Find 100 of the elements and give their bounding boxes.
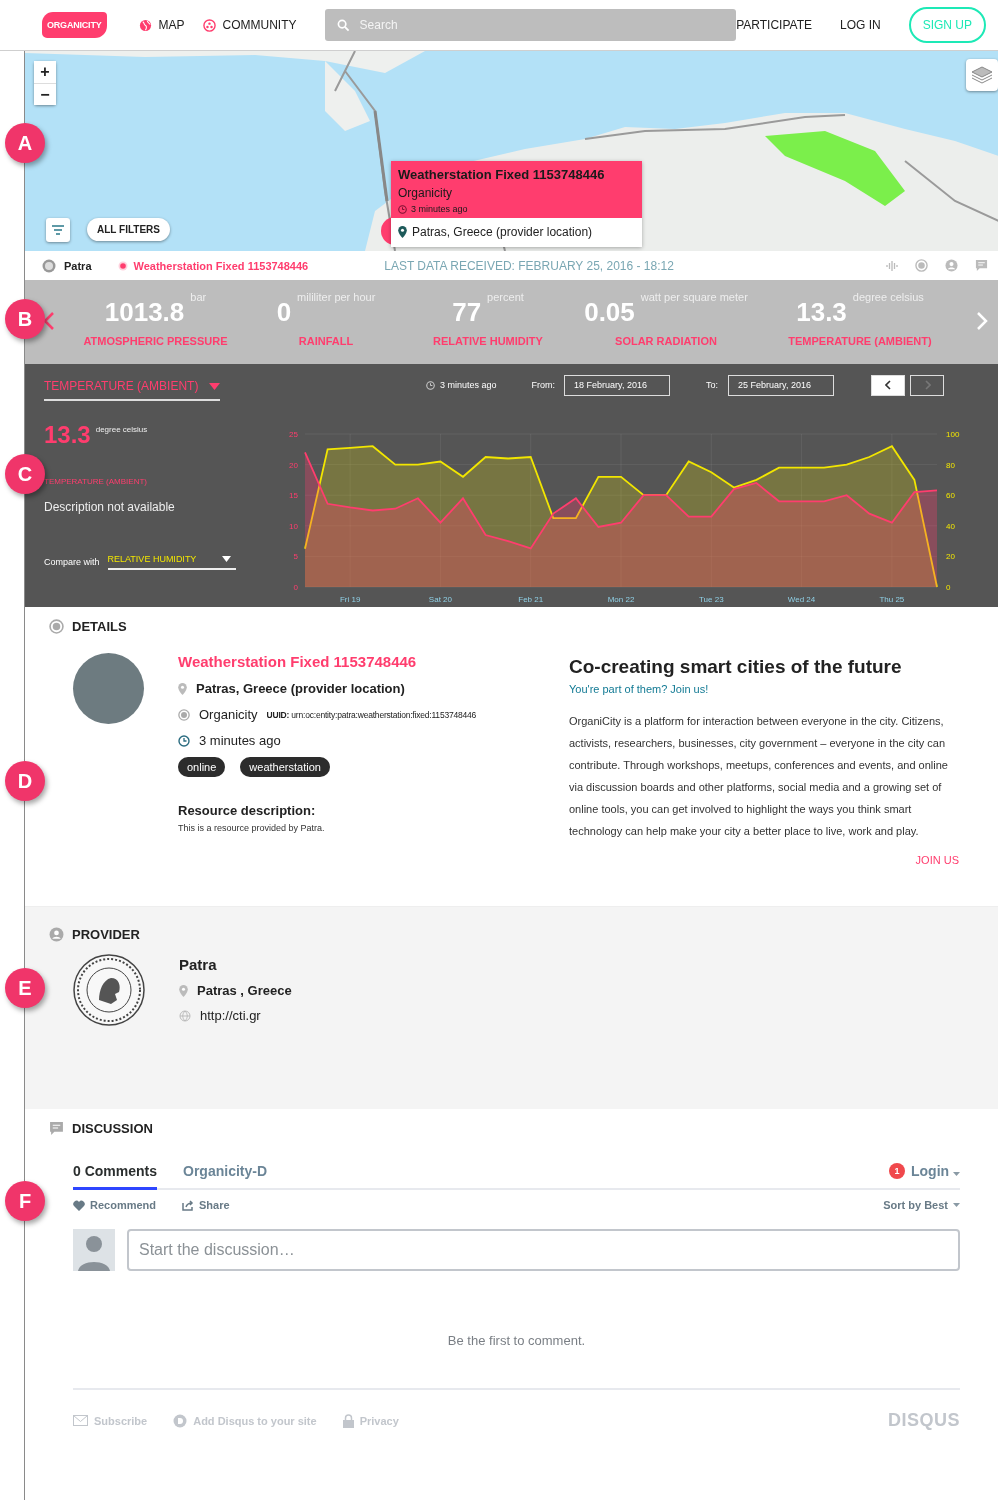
callout-marker: B (5, 299, 45, 339)
logo[interactable]: ORGANICITY (42, 12, 107, 38)
callout-marker: A (5, 123, 45, 163)
provider-name: Patra (64, 259, 92, 272)
comment-icon (975, 259, 988, 272)
login-menu[interactable]: Login (911, 1163, 960, 1179)
nav-link[interactable]: PARTICIPATE (736, 18, 812, 32)
provider-icon (42, 258, 56, 273)
globe-icon (179, 1009, 191, 1022)
previous-button[interactable] (871, 374, 906, 396)
updated-time: 3 minutes ago (440, 380, 497, 390)
provider-text: Organicity (199, 707, 258, 722)
layers-button[interactable] (966, 59, 998, 91)
description-text: Description not available (44, 500, 176, 514)
tick-label: 5 (293, 552, 298, 562)
description-text: This is a resource provided by Patra. (178, 823, 326, 833)
comment-icon (49, 1121, 64, 1136)
tag: online (178, 757, 226, 777)
globe-icon (138, 18, 152, 32)
popup-title: Weatherstation Fixed 1153748446 (398, 167, 606, 182)
metric-label: ATMOSPHERIC PRESSURE (83, 335, 228, 347)
callout-marker: C (5, 454, 45, 494)
caret-icon (953, 1172, 960, 1176)
promo-title: Co-creating smart cities of the future (569, 656, 903, 678)
description-label: Resource description: (178, 803, 317, 818)
compare-dropdown[interactable]: RELATIVE HUMIDITY (107, 554, 236, 570)
pin-icon (398, 226, 407, 238)
popup-provider: Organicity (398, 186, 454, 200)
tick-label: Tue 23 (699, 595, 724, 604)
attribute-label: TEMPERATURE (AMBIENT) (44, 477, 148, 486)
tick-label: Fri 19 (339, 595, 361, 604)
callout-marker: E (5, 968, 45, 1008)
location-text: Patras , Greece (197, 983, 292, 998)
user-icon (49, 927, 64, 942)
callout-marker: D (5, 761, 45, 801)
disqus-icon (173, 1413, 188, 1428)
filter-button[interactable] (46, 218, 70, 242)
zoom-in-button[interactable]: + (34, 61, 56, 83)
signal-icon[interactable] (886, 259, 898, 272)
comment-input[interactable]: Start the discussion… (127, 1229, 960, 1271)
caret-icon (221, 556, 231, 562)
provider-name: Patra (179, 956, 218, 973)
tick-label: Mon 22 (607, 595, 635, 604)
promo-subtitle: You're part of them? Join us! (569, 683, 710, 695)
tick-label: Sat 20 (428, 595, 452, 604)
tick-label: Thu 25 (879, 595, 905, 604)
all-filters-button[interactable]: ALL FILTERS (87, 218, 170, 241)
tab[interactable]: Organicity-D (183, 1163, 268, 1190)
date-field[interactable]: 18 February, 2016 (564, 374, 671, 396)
metric-label: SOLAR RADIATION (615, 335, 717, 347)
sort-menu[interactable]: Sort by Best (883, 1199, 960, 1211)
lock-icon (342, 1413, 354, 1428)
tick-label: 40 (946, 521, 955, 531)
metric-value: 1013.8 (104, 297, 185, 327)
chevron-right-icon[interactable] (976, 311, 988, 331)
tick-label: 0 (293, 583, 298, 592)
disqus-logo: DISQUS (888, 1410, 960, 1431)
caret-icon (953, 1203, 960, 1207)
seal-drawing (73, 954, 145, 1026)
chevron-left-icon[interactable] (43, 311, 55, 331)
to-label: To: (706, 380, 719, 390)
section-heading: PROVIDER (72, 927, 140, 942)
uuid-text: UUID: urn:oc:entity:patra:weatherstation:fixed:1153748446 (266, 709, 477, 720)
recommend-button[interactable]: Recommend (73, 1199, 157, 1211)
metric-value: 13.3 (796, 297, 847, 327)
clock-icon (426, 380, 435, 390)
nav-link[interactable]: MAP (158, 18, 185, 32)
compare-label: Compare with (44, 557, 100, 567)
tick-label: 80 (946, 460, 955, 470)
tick-label: Feb 21 (518, 595, 544, 604)
current-unit: degree celsius (95, 425, 148, 434)
date-field[interactable]: 25 February, 2016 (728, 374, 835, 396)
chevron-right-icon (923, 380, 931, 390)
website-link[interactable]: http://cti.gr (200, 1008, 261, 1023)
join-us-link[interactable]: JOIN US (915, 854, 959, 866)
tick-label: 15 (289, 491, 298, 501)
tab[interactable]: 0 Comments (73, 1163, 158, 1190)
nav-link[interactable]: LOG IN (839, 18, 881, 32)
tick-label: 10 (289, 521, 298, 531)
current-value: 13.3 (44, 421, 91, 449)
share-button[interactable]: Share (182, 1199, 230, 1211)
search-icon (336, 19, 350, 32)
clock-icon (178, 734, 190, 747)
zoom-out-button[interactable]: − (34, 83, 56, 105)
from-label: From: (531, 380, 556, 390)
tick-label: 20 (289, 460, 298, 470)
nav-link[interactable]: COMMUNITY (222, 18, 297, 32)
popup-time: 3 minutes ago (411, 204, 468, 214)
metric-label: RAINFALL (298, 335, 354, 347)
status-dot-icon (117, 260, 128, 271)
tick-label: 0 (946, 583, 951, 592)
status-icon (915, 259, 928, 272)
location-text: Patras, Greece (provider location) (196, 681, 405, 696)
tick-label: 20 (946, 552, 955, 562)
tick-label: Wed 24 (787, 595, 816, 604)
metric-value: 0 (276, 297, 292, 327)
clock-icon (398, 204, 407, 214)
user-icon (945, 259, 958, 272)
provider-icon (178, 708, 190, 721)
tick-label: 60 (946, 491, 955, 501)
